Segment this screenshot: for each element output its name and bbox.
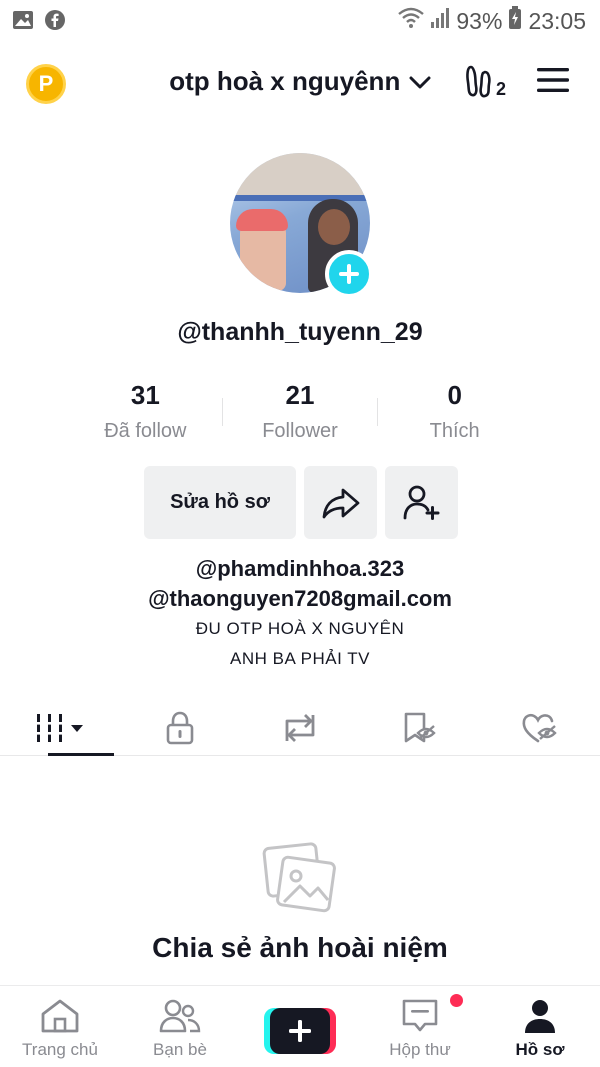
nav-create[interactable] (240, 986, 360, 1067)
nav-inbox[interactable]: Hộp thư (360, 986, 480, 1067)
add-avatar-button[interactable] (325, 250, 373, 298)
profile-actions: Sửa hồ sơ (144, 466, 458, 539)
tab-reposts[interactable] (240, 700, 360, 755)
stat-likes[interactable]: 0 Thích (377, 378, 532, 448)
bio-line[interactable]: @phamdinhhoa.323 (0, 554, 600, 584)
create-button[interactable] (264, 1008, 336, 1054)
stat-label: Follower (262, 420, 338, 442)
tab-liked[interactable] (480, 700, 600, 755)
inbox-icon (402, 999, 438, 1032)
footprint-icon[interactable]: 2 (465, 64, 506, 100)
visitor-count: 2 (495, 79, 506, 99)
stat-followers[interactable]: 21 Follower (223, 378, 378, 448)
create-plus-icon (289, 1020, 311, 1042)
bio-line: ANH BA PHẢI TV (230, 649, 370, 668)
username: @thanhh_tuyenn_29 (177, 318, 423, 346)
notification-dot (450, 994, 463, 1007)
image-icon (12, 10, 34, 35)
plus-icon (339, 264, 359, 284)
facebook-icon (44, 9, 66, 36)
clock: 23:05 (528, 7, 586, 34)
chevron-down-icon (409, 76, 431, 95)
profile-header: P otp hoà x nguyênn 2 (0, 52, 600, 116)
share-profile-button[interactable] (304, 466, 377, 539)
nav-label: Hộp thư (389, 1040, 451, 1059)
tab-videos[interactable] (0, 700, 120, 756)
bio-line: ĐU OTP HOÀ X NGUYÊN (195, 619, 405, 638)
stat-label: Đã follow (104, 420, 187, 442)
add-user-icon (403, 485, 439, 520)
content-tabs (0, 700, 600, 756)
profile-icon (525, 1000, 555, 1033)
tab-saved[interactable] (360, 700, 480, 755)
bio-line: @thaonguyen7208gmail.com (148, 586, 452, 611)
photos-icon (262, 840, 336, 919)
hidden-bookmark-icon (404, 712, 436, 742)
battery-icon (508, 6, 522, 36)
stat-divider (222, 398, 223, 426)
stat-following[interactable]: 31 Đã follow (68, 378, 223, 448)
bottom-nav: Trang chủ Bạn bè Hộp thư Hồ sơ (0, 985, 600, 1067)
nav-label: Hồ sơ (515, 1040, 565, 1059)
page-title: otp hoà x nguyênn (169, 66, 401, 96)
empty-state-text: Chia sẻ ảnh hoài niệm (152, 932, 448, 963)
stat-divider (377, 398, 378, 426)
profile-stats: 31 Đã follow 21 Follower 0 Thích (68, 378, 532, 448)
nav-friends[interactable]: Bạn bè (120, 986, 240, 1067)
nav-label: Trang chủ (22, 1040, 98, 1059)
lock-icon (166, 711, 194, 744)
hidden-like-icon (522, 713, 557, 742)
profile-bio: @phamdinhhoa.323 @thaonguyen7208gmail.co… (0, 554, 600, 674)
signal-icon (430, 7, 450, 35)
battery-percent: 93% (456, 7, 503, 34)
nav-home[interactable]: Trang chủ (0, 986, 120, 1067)
home-icon (41, 999, 79, 1033)
status-bar: 93% 23:05 (0, 0, 600, 42)
friends-icon (159, 999, 201, 1033)
menu-icon[interactable] (536, 66, 570, 99)
stat-value: 31 (130, 380, 160, 410)
share-icon (322, 488, 359, 518)
tab-private[interactable] (120, 700, 240, 755)
stat-value: 21 (285, 380, 315, 410)
repost-icon (285, 713, 315, 742)
add-friend-button[interactable] (385, 466, 458, 539)
edit-profile-button[interactable]: Sửa hồ sơ (144, 466, 296, 539)
stat-label: Thích (429, 420, 480, 442)
nav-profile[interactable]: Hồ sơ (480, 986, 600, 1067)
wifi-icon (398, 7, 425, 35)
stat-value: 0 (447, 380, 462, 410)
nav-label: Bạn bè (153, 1040, 207, 1059)
videos-grid-icon (37, 713, 83, 742)
